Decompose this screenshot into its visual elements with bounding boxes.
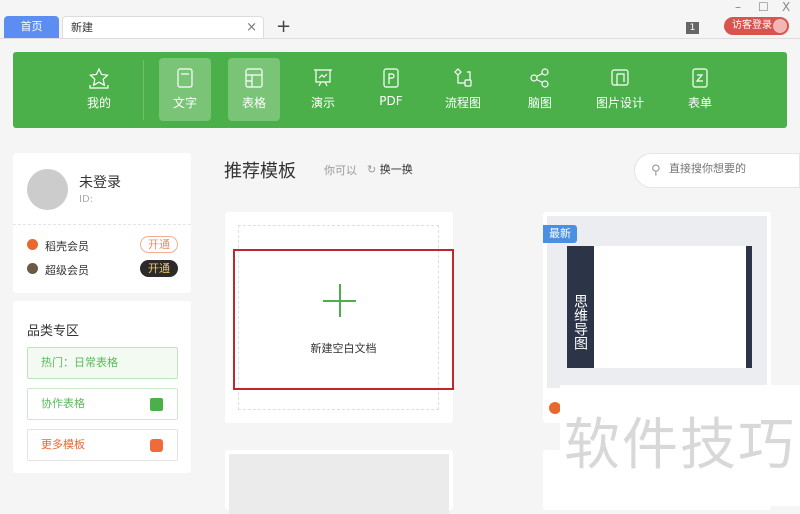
category-title: 品类专区: [27, 324, 80, 339]
search-input[interactable]: [669, 162, 789, 175]
toolbar-item-2[interactable]: 表格: [228, 58, 280, 121]
tab-label: 新建: [71, 21, 93, 34]
toolbar-label: PDF: [379, 94, 403, 108]
plus-icon: [323, 284, 356, 317]
hint-text: 你可以: [324, 164, 357, 177]
divider: [13, 224, 191, 225]
refresh-icon: ↻: [367, 163, 380, 176]
category-label: 协作表格: [41, 397, 85, 410]
login-label: 访客登录: [732, 20, 772, 31]
document-icon: [177, 68, 193, 88]
window-count-badge[interactable]: 1: [686, 22, 699, 34]
add-tab-button[interactable]: +: [276, 16, 291, 37]
member-label: 超级会员: [45, 264, 89, 277]
toolbar-label: 表格: [241, 96, 266, 110]
user-card: 未登录 ID: 稻壳会员 开通 超级会员 开通: [13, 153, 191, 293]
category-card: 品类专区 热门：日常表格 协作表格 更多模板: [13, 301, 191, 473]
presentation-icon: [314, 69, 332, 87]
search-icon: ⚲: [651, 163, 661, 178]
star-icon: [89, 67, 109, 89]
refresh-label: 换一换: [379, 163, 413, 176]
maximize-button[interactable]: ☐: [758, 0, 769, 14]
category-collab[interactable]: 协作表格: [27, 388, 178, 420]
toolbar-label: 脑图: [527, 96, 552, 110]
template-thumbnail: 思维导图: [547, 216, 767, 388]
toolbar-item-8[interactable]: 表单: [674, 58, 726, 121]
layers-icon: [150, 398, 163, 411]
divider: [0, 38, 800, 39]
tab-new[interactable]: 新建 ×: [62, 16, 264, 39]
super-member-icon: [27, 263, 38, 274]
guest-login-button[interactable]: 访客登录: [724, 17, 789, 35]
open-super-member-button[interactable]: 开通: [140, 260, 178, 277]
table-icon: [245, 68, 263, 88]
toolbar-item-6[interactable]: 脑图: [514, 58, 566, 121]
form-icon: [692, 68, 708, 88]
highlight-box: 新建空白文档: [233, 249, 454, 390]
avatar[interactable]: [27, 169, 68, 210]
user-id: ID:: [79, 194, 94, 205]
thumbnail-title: 思维导图: [567, 246, 594, 368]
category-label: 更多模板: [41, 438, 85, 451]
window-close-button[interactable]: X: [782, 0, 790, 14]
toolbar-item-5[interactable]: 流程图: [437, 58, 489, 121]
docer-member-icon: [27, 239, 38, 250]
member-label: 稻壳会员: [45, 240, 89, 253]
watermark: 软件技巧: [560, 385, 800, 506]
app-toolbar: 我的 文字 表格 演示 PDF 流程图 脑图 图片设计 表单: [13, 52, 787, 128]
toolbar-label: 表单: [687, 96, 712, 110]
toolbar-label: 演示: [310, 96, 335, 110]
open-docer-member-button[interactable]: 开通: [140, 236, 178, 253]
search-box[interactable]: ⚲: [634, 153, 800, 188]
pdf-icon: [383, 68, 399, 88]
image-design-icon: [611, 69, 629, 86]
user-name[interactable]: 未登录: [79, 172, 121, 192]
category-more[interactable]: 更多模板: [27, 429, 178, 461]
tab-home[interactable]: 首页: [4, 16, 59, 38]
new-badge: 最新: [543, 225, 577, 243]
toolbar-label: 我的: [86, 96, 111, 110]
toolbar-label: 图片设计: [595, 96, 644, 110]
avatar-icon: [773, 19, 787, 33]
toolbar-item-7[interactable]: 图片设计: [594, 58, 646, 121]
page-title: 推荐模板: [224, 161, 296, 182]
toolbar-item-0[interactable]: 我的: [73, 58, 125, 121]
category-hot[interactable]: 热门：日常表格: [27, 347, 178, 379]
template-card[interactable]: [225, 450, 453, 514]
mindmap-icon: [530, 68, 549, 88]
new-blank-label: 新建空白文档: [310, 342, 377, 355]
toolbar-item-1[interactable]: 文字: [159, 58, 211, 121]
refresh-button[interactable]: ↻ 换一换: [367, 161, 413, 177]
flowchart-icon: [454, 68, 472, 87]
toolbar-label: 文字: [172, 96, 197, 110]
docer-icon: [150, 439, 163, 452]
toolbar-item-3[interactable]: 演示: [297, 58, 349, 121]
toolbar-label: 流程图: [444, 96, 481, 110]
minimize-button[interactable]: –: [735, 0, 741, 14]
close-icon[interactable]: ×: [246, 17, 257, 39]
toolbar-item-4[interactable]: PDF: [365, 58, 417, 121]
divider: [143, 60, 144, 120]
